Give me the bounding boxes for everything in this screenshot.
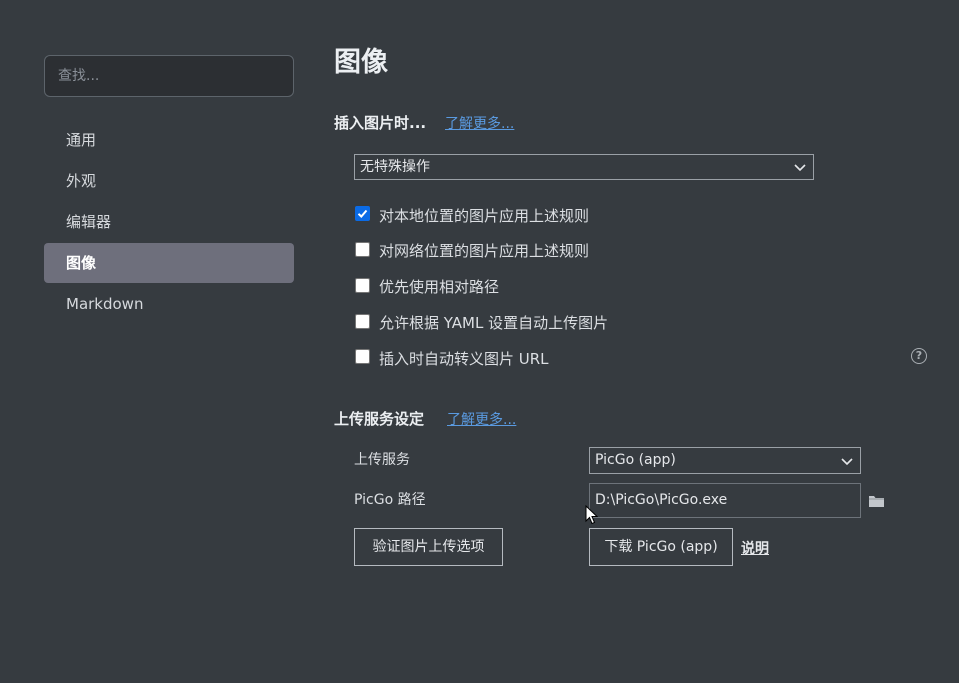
mouse-cursor-icon	[585, 505, 598, 525]
docs-link[interactable]: 说明	[741, 538, 769, 558]
upload-service-select[interactable]: PicGo (app)	[589, 447, 861, 474]
upload-service-select-value: PicGo (app)	[595, 452, 676, 468]
sidebar-item-appearance[interactable]: 外观	[44, 161, 294, 201]
checkbox-local-images[interactable]	[355, 206, 370, 221]
checkbox-network-images-label: 对网络位置的图片应用上述规则	[379, 242, 590, 260]
question-circle-icon[interactable]: ?	[911, 348, 927, 364]
insert-section-title: 插入图片时...	[334, 114, 427, 132]
checkbox-yaml-upload-label: 允许根据 YAML 设置自动上传图片	[379, 314, 609, 332]
checkbox-local-images-label: 对本地位置的图片应用上述规则	[379, 207, 590, 225]
folder-icon[interactable]	[868, 493, 885, 507]
picgo-path-label: PicGo 路径	[354, 492, 426, 508]
upload-learn-more-link[interactable]: 了解更多...	[447, 409, 516, 429]
sidebar-item-general[interactable]: 通用	[44, 120, 294, 160]
check-icon	[357, 209, 368, 218]
verify-upload-button[interactable]: 验证图片上传选项	[354, 528, 503, 566]
checkbox-yaml-upload[interactable]	[355, 314, 370, 329]
checkbox-network-images[interactable]	[355, 242, 370, 257]
sidebar-item-image[interactable]: 图像	[44, 243, 294, 283]
download-picgo-button[interactable]: 下载 PicGo (app)	[589, 528, 733, 566]
page-title: 图像	[334, 47, 388, 78]
search-input[interactable]: 查找...	[44, 55, 294, 97]
upload-section-title: 上传服务设定	[334, 410, 425, 428]
picgo-path-input[interactable]: D:\PicGo\PicGo.exe	[589, 483, 861, 518]
insert-action-select[interactable]: 无特殊操作	[354, 154, 814, 180]
checkbox-relative-path[interactable]	[355, 278, 370, 293]
sidebar-item-editor[interactable]: 编辑器	[44, 202, 294, 242]
sidebar-item-markdown[interactable]: Markdown	[44, 284, 294, 324]
chevron-down-icon	[794, 164, 806, 172]
insert-learn-more-link[interactable]: 了解更多...	[445, 113, 514, 133]
checkbox-relative-path-label: 优先使用相对路径	[379, 278, 500, 296]
upload-service-label: 上传服务	[354, 452, 410, 468]
checkbox-escape-url-label: 插入时自动转义图片 URL	[379, 350, 549, 368]
chevron-down-icon	[841, 457, 853, 465]
checkbox-escape-url[interactable]	[355, 349, 370, 364]
insert-action-select-value: 无特殊操作	[360, 159, 430, 175]
